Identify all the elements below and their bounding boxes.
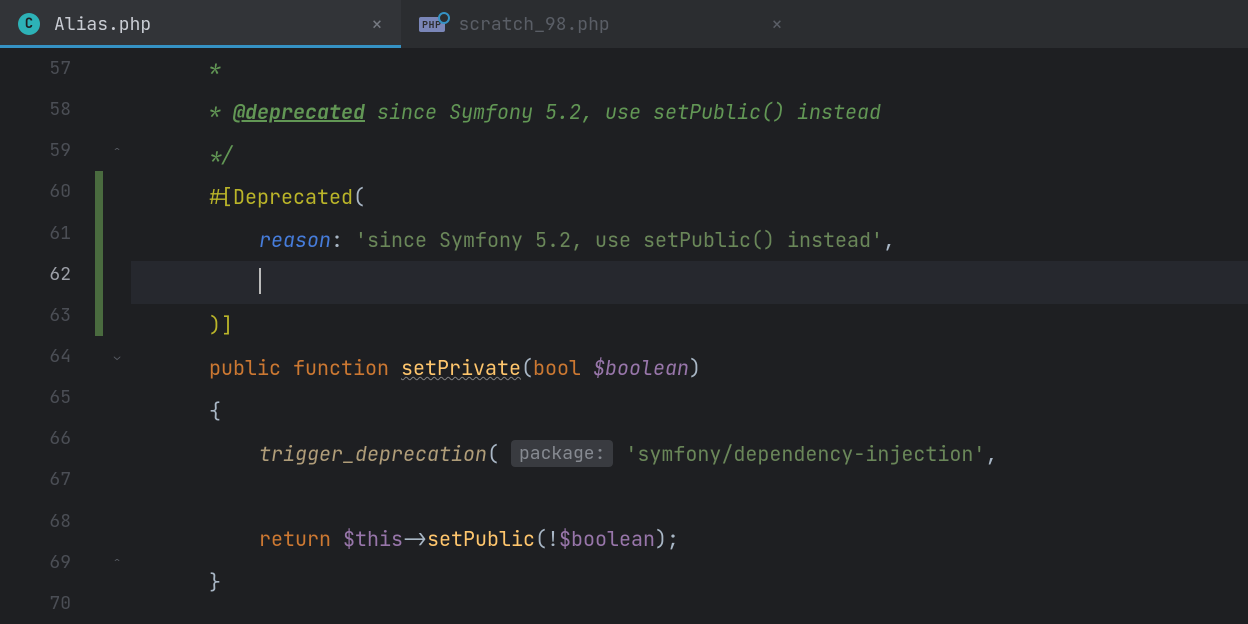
line-number: 68 [0, 501, 95, 542]
code-line[interactable] [131, 603, 1248, 624]
tab-label: Alias.php [54, 13, 151, 36]
code-line-current[interactable] [131, 261, 1248, 304]
caret [259, 268, 261, 294]
code-line[interactable]: reason: 'since Symfony 5.2, use setPubli… [131, 219, 1248, 262]
code-line[interactable]: * [131, 48, 1248, 91]
fold-collapse-up-icon[interactable]: ⌃ [109, 143, 125, 159]
code-line[interactable]: trigger_deprecation( package: 'symfony/d… [131, 432, 1248, 475]
tab-alias-php[interactable]: C Alias.php × [0, 0, 401, 48]
code-line[interactable]: )] [131, 304, 1248, 347]
code-line[interactable]: * @deprecated since Symfony 5.2, use set… [131, 91, 1248, 134]
code-line[interactable]: public function setPrivate(bool $boolean… [131, 347, 1248, 390]
line-number: 61 [0, 213, 95, 254]
line-number: 59 [0, 130, 95, 171]
line-number: 67 [0, 459, 95, 500]
line-number: 57 [0, 48, 95, 89]
line-number: 69 [0, 542, 95, 583]
vcs-change-marker[interactable] [95, 254, 103, 295]
editor-tabbar: C Alias.php × PHP scratch_98.php × [0, 0, 1248, 48]
code-line[interactable] [131, 475, 1248, 518]
fold-gutter: ⌃ ⌄ ⌃ [103, 48, 131, 624]
vcs-change-marker[interactable] [95, 295, 103, 336]
line-number: 66 [0, 418, 95, 459]
code-line[interactable]: #[Deprecated( [131, 176, 1248, 219]
class-file-icon: C [18, 13, 40, 35]
line-number: 60 [0, 171, 95, 212]
inlay-hint: package: [511, 440, 613, 467]
line-number: 63 [0, 295, 95, 336]
fold-collapse-up-icon[interactable]: ⌃ [109, 554, 125, 570]
code-line[interactable]: } [131, 560, 1248, 603]
close-icon[interactable]: × [371, 14, 383, 34]
line-number-gutter: 57 58 59 60 61 62 63 64 65 66 67 68 69 7… [0, 48, 95, 624]
vcs-change-bar [95, 48, 103, 624]
line-number: 70 [0, 583, 95, 624]
line-number: 64 [0, 336, 95, 377]
php-scratch-icon: PHP [419, 17, 445, 32]
code-body[interactable]: * * @deprecated since Symfony 5.2, use s… [131, 48, 1248, 624]
vcs-change-marker[interactable] [95, 213, 103, 254]
line-number: 58 [0, 89, 95, 130]
tab-label: scratch_98.php [459, 13, 610, 36]
line-number-current: 62 [0, 254, 95, 295]
fold-expand-down-icon[interactable]: ⌄ [109, 349, 125, 365]
code-editor[interactable]: 57 58 59 60 61 62 63 64 65 66 67 68 69 7… [0, 48, 1248, 624]
line-number: 65 [0, 377, 95, 418]
tab-scratch-98-php[interactable]: PHP scratch_98.php × [401, 0, 801, 48]
code-line[interactable]: { [131, 390, 1248, 433]
code-line[interactable]: */ [131, 133, 1248, 176]
scratch-clock-icon [438, 12, 450, 24]
code-line[interactable]: return $this->setPublic(!$boolean); [131, 518, 1248, 561]
vcs-change-marker[interactable] [95, 171, 103, 212]
close-icon[interactable]: × [771, 14, 783, 34]
